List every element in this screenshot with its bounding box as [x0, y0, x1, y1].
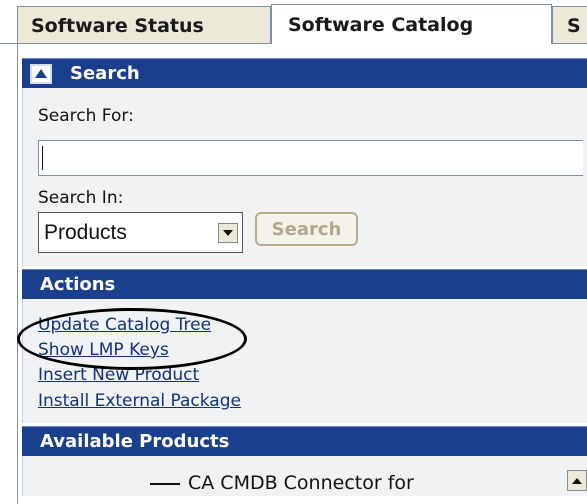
text-caret [42, 146, 43, 170]
search-panel-title: Search [70, 63, 140, 84]
collapse-search-button[interactable] [30, 63, 52, 84]
install-external-package-link[interactable]: Install External Package [38, 391, 241, 411]
products-panel-title: Available Products [40, 431, 230, 452]
tab-software-catalog[interactable]: Software Catalog [271, 4, 552, 45]
scroll-up-button[interactable] [567, 470, 587, 491]
tree-connector [150, 482, 180, 485]
actions-panel-title: Actions [40, 274, 116, 295]
show-lmp-keys-link[interactable]: Show LMP Keys [38, 340, 169, 360]
triangle-up-icon [35, 69, 47, 78]
search-in-label: Search In: [38, 188, 124, 208]
actions-panel-header: Actions [22, 269, 587, 299]
dropdown-arrow-button[interactable] [218, 223, 238, 243]
search-in-select[interactable]: Products [38, 212, 243, 253]
tab-software-status[interactable]: Software Status [17, 6, 271, 44]
update-catalog-tree-link[interactable]: Update Catalog Tree [38, 315, 211, 335]
chevron-down-icon [223, 230, 233, 236]
search-in-value: Products [44, 221, 127, 244]
insert-new-product-link[interactable]: Insert New Product [38, 365, 199, 385]
search-input[interactable] [38, 140, 583, 176]
products-panel-header: Available Products [22, 426, 587, 456]
search-for-label: Search For: [38, 106, 134, 126]
tab-next[interactable]: S [552, 6, 587, 44]
search-button[interactable]: Search [255, 212, 358, 246]
search-panel-header: Search [22, 58, 587, 88]
triangle-up-icon [572, 477, 582, 484]
tab-bar: Software Status Software Catalog S [0, 0, 587, 45]
